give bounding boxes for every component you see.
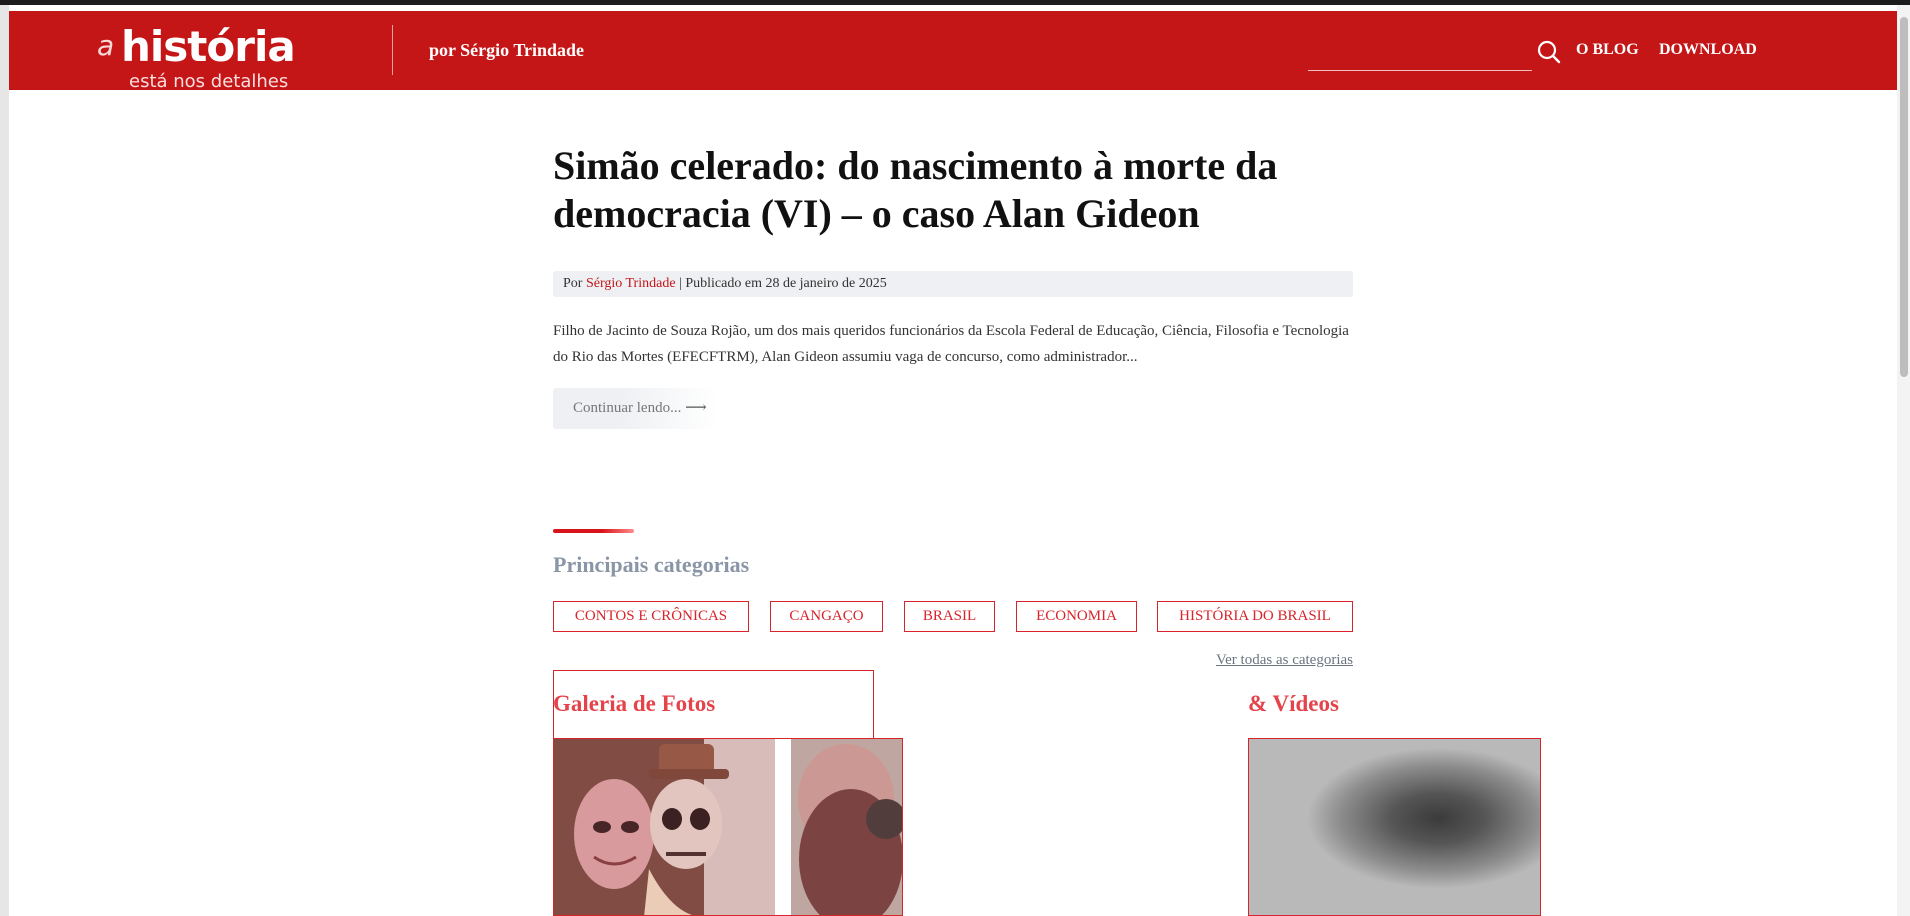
logo-wordmark: história [121, 22, 296, 71]
post-excerpt: Filho de Jacinto de Souza Rojão, um dos … [553, 323, 1349, 365]
category-economia[interactable]: ECONOMIA [1016, 601, 1137, 632]
post-title[interactable]: Simão celerado: do nascimento à morte da… [553, 142, 1353, 238]
all-categories-link[interactable]: Ver todas as categorias [1150, 652, 1353, 669]
category-contos-e-cronicas[interactable]: CONTOS E CRÔNICAS [553, 601, 749, 632]
section-accent-bar [553, 529, 634, 533]
scrollbar-thumb[interactable] [1900, 17, 1908, 377]
gallery-photo-masks[interactable] [554, 739, 775, 915]
site-header: a história está nos detalhes por Sérgio … [9, 11, 1897, 92]
category-historia-do-brasil[interactable]: HISTÓRIA DO BRASIL [1157, 601, 1353, 632]
search-input[interactable] [1308, 35, 1532, 71]
window-top-border [0, 0, 1910, 5]
video-thumbnail[interactable] [1248, 738, 1541, 916]
header-divider [392, 25, 393, 75]
meta-published-date: Publicado em 28 de janeiro de 2025 [685, 276, 887, 291]
category-brasil[interactable]: BRASIL [904, 601, 995, 632]
carnival-mask-image [791, 739, 902, 915]
search-icon[interactable] [1536, 39, 1562, 65]
nav-blog-link[interactable]: O BLOG [1576, 41, 1639, 59]
read-more-label: Continuar lendo... [573, 400, 682, 416]
read-more-button[interactable]: Continuar lendo... ⟶ [553, 388, 718, 429]
logo-tagline: está nos detalhes [129, 71, 289, 92]
meta-author-link[interactable]: Sérgio Trindade [586, 276, 676, 291]
gallery-photo-mask-2[interactable] [791, 739, 902, 915]
post-meta: Por Sérgio Trindade | Publicado em 28 de… [553, 271, 1353, 297]
logo-a: a [97, 29, 115, 62]
left-edge [0, 5, 9, 916]
carnival-masks-image [554, 739, 775, 915]
header-byline: por Sérgio Trindade [429, 40, 585, 60]
page-scrollbar[interactable] [1897, 5, 1910, 916]
arrow-right-icon: ⟶ [685, 400, 707, 416]
videos-title[interactable]: & Vídeos [1248, 691, 1339, 717]
gallery-title[interactable]: Galeria de Fotos [553, 691, 715, 717]
categories-heading: Principais categorias [553, 552, 750, 577]
category-cangaco[interactable]: CANGAÇO [770, 601, 883, 632]
nav-download-link[interactable]: DOWNLOAD [1659, 41, 1757, 59]
photo-gallery-strip[interactable] [553, 738, 903, 916]
meta-prefix: Por [563, 276, 586, 291]
meta-separator: | [675, 276, 686, 291]
